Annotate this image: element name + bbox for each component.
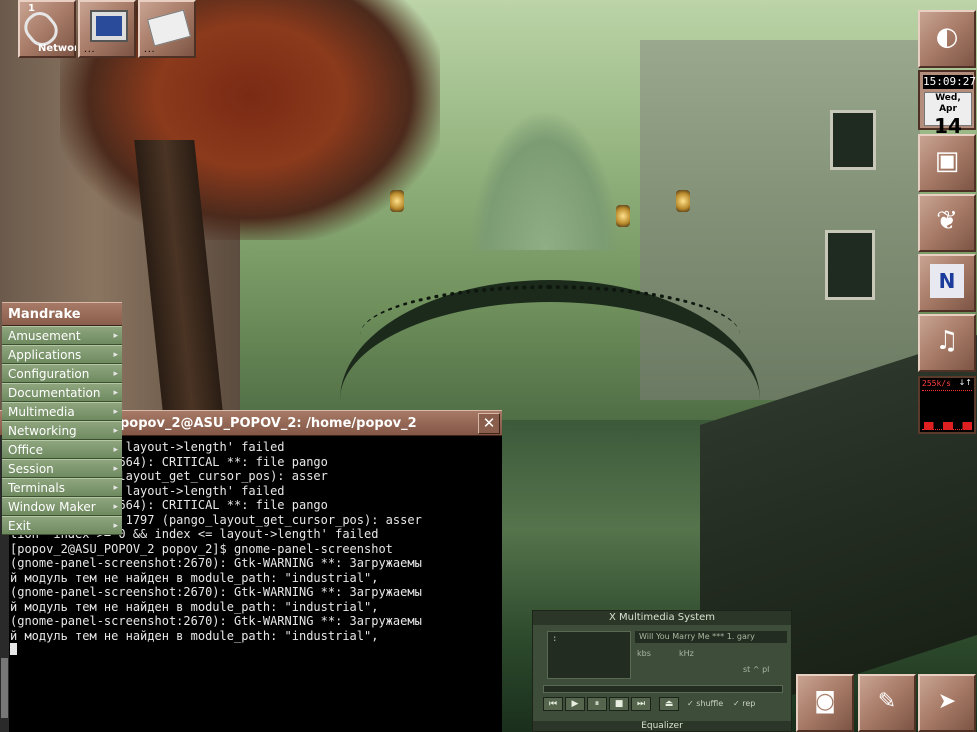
close-button[interactable]: ✕ xyxy=(478,413,500,434)
terminal-line: й модуль тем не найден в module_path: "i… xyxy=(10,599,379,614)
terminal-prompt-line xyxy=(10,643,500,658)
terminal-line: й модуль тем не найден в module_path: "i… xyxy=(10,628,379,643)
menu-item-applications[interactable]: Applications ▸ xyxy=(2,345,122,364)
terminal-line: й модуль тем не найден в module_path: "i… xyxy=(10,570,379,585)
gnome-foot-icon: ❦ xyxy=(936,206,958,236)
menu-item-exit[interactable]: Exit ▸ xyxy=(2,516,122,535)
play-button[interactable]: ▶ xyxy=(565,697,585,711)
submenu-arrow-icon: ▸ xyxy=(113,369,118,379)
xmms-titlebar[interactable]: X Multimedia System xyxy=(533,611,791,625)
netscape-icon: N xyxy=(930,264,964,298)
cpu-monitor-bars xyxy=(924,422,972,430)
background-lamp xyxy=(676,190,690,212)
dock-sound-app[interactable]: ♫ xyxy=(918,314,976,372)
terminal-line: (gnome-panel-screenshot:2670): Gtk-WARNI… xyxy=(10,614,422,628)
submenu-arrow-icon: ▸ xyxy=(113,521,118,531)
cpu-monitor-arrows: ↓↑ xyxy=(958,378,972,387)
dock-gnome-app[interactable]: ❦ xyxy=(918,194,976,252)
calendar-date: Wed, Apr 14 xyxy=(924,92,972,137)
terminal-title: popov_2@ASU_POPOV_2: /home/popov_2 xyxy=(120,416,417,431)
root-menu-title[interactable]: Mandrake xyxy=(2,302,122,326)
menu-item-office[interactable]: Office ▸ xyxy=(2,440,122,459)
menu-item-terminals[interactable]: Terminals ▸ xyxy=(2,478,122,497)
xmms-song-title: Will You Marry Me *** 1. gary xyxy=(635,631,787,643)
drive-icon: ◙ xyxy=(814,688,836,714)
dock-terminal-app[interactable]: ... xyxy=(78,0,136,58)
clock-time: 15:09:27 xyxy=(923,75,976,89)
shuffle-toggle[interactable]: ✓ shuffle xyxy=(687,699,723,709)
submenu-arrow-icon: ▸ xyxy=(113,502,118,512)
background-window xyxy=(830,110,876,170)
clock-day: Wed, Apr xyxy=(935,93,961,114)
submenu-arrow-icon: ▸ xyxy=(113,331,118,341)
mandrake-logo-icon: ◐ xyxy=(935,22,959,52)
dock-xterm-app[interactable]: ▣ xyxy=(918,134,976,192)
submenu-arrow-icon: ▸ xyxy=(113,388,118,398)
xmms-seek-bar[interactable] xyxy=(543,685,783,693)
background-dome xyxy=(470,110,620,250)
workspace-name: Networ xyxy=(38,43,76,54)
background-window xyxy=(825,230,875,300)
dock-gimp-app[interactable]: ✎ xyxy=(858,674,916,732)
dock-fish-app[interactable]: ➤ xyxy=(918,674,976,732)
editor-icon xyxy=(147,9,191,47)
submenu-arrow-icon: ▸ xyxy=(113,445,118,455)
background-lamp xyxy=(390,190,404,212)
menu-item-amusement[interactable]: Amusement ▸ xyxy=(2,326,122,345)
terminal-cursor xyxy=(10,643,17,655)
pause-button[interactable]: ⏸ xyxy=(587,697,607,711)
equalizer-label[interactable]: Equalizer xyxy=(533,721,791,731)
menu-item-session[interactable]: Session ▸ xyxy=(2,459,122,478)
menu-item-configuration[interactable]: Configuration ▸ xyxy=(2,364,122,383)
xmms-time: : xyxy=(552,634,558,644)
xmms-khz: kHz xyxy=(679,649,694,658)
submenu-arrow-icon: ▸ xyxy=(113,350,118,360)
gimp-icon: ✎ xyxy=(877,688,897,714)
scrollbar-thumb[interactable] xyxy=(1,658,8,718)
menu-item-window-maker[interactable]: Window Maker ▸ xyxy=(2,497,122,516)
xmms-time-display: : xyxy=(547,631,631,679)
xmms-stereo: st ^ pl xyxy=(743,665,770,674)
dock-eject-app[interactable]: ◙ xyxy=(796,674,854,732)
dock-mandrake-app[interactable]: ◐ xyxy=(918,10,976,68)
previous-button[interactable]: ⏮ xyxy=(543,697,563,711)
cpu-monitor-label: 255k/s xyxy=(922,379,951,388)
menu-item-multimedia[interactable]: Multimedia ▸ xyxy=(2,402,122,421)
submenu-arrow-icon: ▸ xyxy=(113,426,118,436)
terminal-line: [popov_2@ASU_POPOV_2 popov_2]$ gnome-pan… xyxy=(10,541,393,556)
xmms-kbps: kbs xyxy=(637,649,651,658)
monitor-icon xyxy=(90,10,128,42)
terminal-line: (gnome-panel-screenshot:2670): Gtk-WARNI… xyxy=(10,585,422,599)
dock-editor-app[interactable]: ... xyxy=(138,0,196,58)
submenu-arrow-icon: ▸ xyxy=(113,407,118,417)
xmms-player[interactable]: X Multimedia System : Will You Marry Me … xyxy=(532,610,792,732)
repeat-toggle[interactable]: ✓ rep xyxy=(733,699,755,709)
menu-item-networking[interactable]: Networking ▸ xyxy=(2,421,122,440)
speaker-icon: ♫ xyxy=(935,326,959,356)
terminal-line: (gnome-panel-screenshot:2670): Gtk-WARNI… xyxy=(10,556,422,570)
dock-netscape-app[interactable]: N xyxy=(918,254,976,312)
workspace-clip[interactable]: 1 Networ xyxy=(18,0,76,58)
monitor-icon: ▣ xyxy=(934,146,960,176)
fish-icon: ➤ xyxy=(937,688,957,714)
root-menu[interactable]: Mandrake Amusement ▸ Applications ▸ Config… xyxy=(2,302,122,535)
cpu-monitor[interactable]: 255k/s ↓↑ xyxy=(918,376,976,434)
next-button[interactable]: ⏭ xyxy=(631,697,651,711)
stop-button[interactable]: ■ xyxy=(609,697,629,711)
clock-applet[interactable]: 15:09:27 Wed, Apr 14 xyxy=(918,70,976,137)
submenu-arrow-icon: ▸ xyxy=(113,464,118,474)
submenu-arrow-icon: ▸ xyxy=(113,483,118,493)
eject-button[interactable]: ⏏ xyxy=(659,697,679,711)
background-lamp xyxy=(616,205,630,227)
menu-item-documentation[interactable]: Documentation ▸ xyxy=(2,383,122,402)
